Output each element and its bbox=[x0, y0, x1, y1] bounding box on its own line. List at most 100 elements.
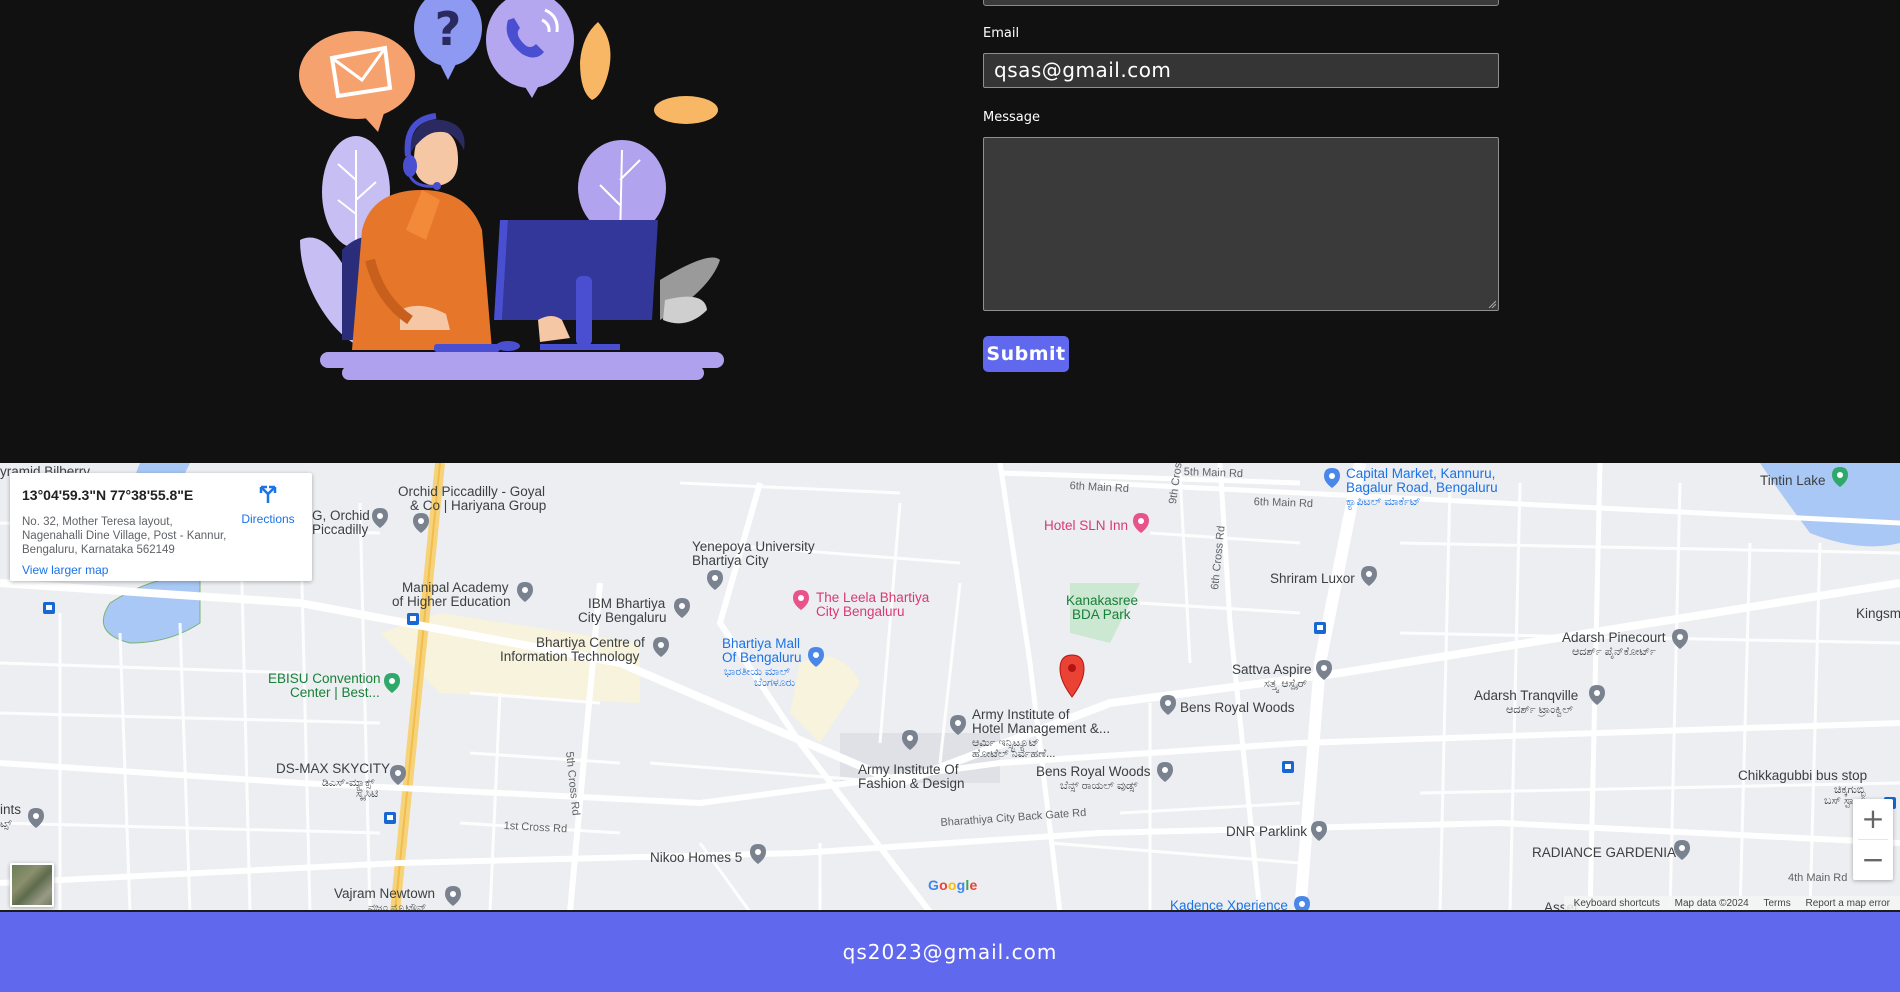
map-label-piccadilly[interactable]: Piccadilly bbox=[312, 523, 368, 537]
map-label-army-fashion-2[interactable]: Fashion & Design bbox=[858, 777, 965, 791]
footer-email[interactable]: qs2023@gmail.com bbox=[0, 912, 1900, 992]
map-label-ibm-2[interactable]: City Bengaluru bbox=[578, 611, 667, 625]
map-label-hotel-sln[interactable]: Hotel SLN Inn bbox=[1044, 519, 1128, 533]
map-label-dsmax[interactable]: DS-MAX SKYCITY bbox=[276, 762, 390, 776]
bus-stop-icon[interactable] bbox=[43, 602, 55, 614]
map-label-adarsh-tranqville[interactable]: Adarsh Tranqville bbox=[1474, 689, 1578, 703]
directions-button[interactable]: Directions bbox=[238, 483, 298, 526]
bus-stop-icon[interactable] bbox=[1314, 622, 1326, 634]
map-label-fifth-main: 5th Main Rd bbox=[1183, 465, 1244, 481]
poi-marker-icon[interactable] bbox=[653, 637, 669, 657]
map-label-kanakasree-2[interactable]: BDA Park bbox=[1072, 608, 1131, 622]
map-label-bens-woods-right[interactable]: Bens Royal Woods bbox=[1180, 701, 1295, 715]
bus-stop-icon[interactable] bbox=[1282, 761, 1294, 773]
bus-stop-icon[interactable] bbox=[407, 613, 419, 625]
school-marker-icon[interactable] bbox=[902, 730, 918, 750]
map-label-bhartiya-centre[interactable]: Bhartiya Centre of bbox=[536, 636, 645, 650]
keyboard-shortcuts-link[interactable]: Keyboard shortcuts bbox=[1574, 898, 1660, 909]
poi-marker-icon[interactable] bbox=[28, 808, 44, 828]
email-field[interactable]: qsas@gmail.com bbox=[983, 53, 1499, 88]
map-label-capital[interactable]: Capital Market, Kannuru, bbox=[1346, 467, 1495, 481]
map-label-vajram[interactable]: Vajram Newtown bbox=[334, 887, 435, 901]
map-label-manipal-2[interactable]: of Higher Education bbox=[392, 595, 511, 609]
map-label-radiance[interactable]: RADIANCE GARDENIA bbox=[1532, 846, 1676, 860]
map-label-sixth-main-2: 6th Main Rd bbox=[1253, 495, 1314, 511]
map-label-nikoo[interactable]: Nikoo Homes 5 bbox=[650, 851, 742, 865]
map-label-adarsh-pinecourt[interactable]: Adarsh Pinecourt bbox=[1562, 631, 1666, 645]
terms-link[interactable]: Terms bbox=[1764, 898, 1791, 909]
satellite-toggle[interactable] bbox=[10, 863, 54, 907]
map-label-chikkagubbi[interactable]: Chikkagubbi bus stop bbox=[1738, 769, 1867, 783]
map-label-army-hotel[interactable]: Army Institute of bbox=[972, 708, 1070, 722]
map-label-adarsh-tranqville-kn[interactable]: ಆದರ್ಶ್ ಟ್ರಾಂಕ್ವಿಲ್ bbox=[1506, 703, 1573, 717]
map-label-ints-kn[interactable]: ಟ್ಸ್ bbox=[0, 817, 12, 831]
view-larger-map-link[interactable]: View larger map bbox=[22, 563, 108, 577]
report-error-link[interactable]: Report a map error bbox=[1806, 898, 1890, 909]
map-label-leela[interactable]: The Leela Bhartiya bbox=[816, 591, 929, 605]
map-label-capital-kn[interactable]: ಕ್ಯಾಪಿಟಲ್ ಮಾರ್ಕೆಟ್ bbox=[1346, 495, 1421, 509]
poi-marker-icon[interactable] bbox=[390, 765, 406, 785]
name-field[interactable] bbox=[983, 0, 1499, 6]
map-label-dnr[interactable]: DNR Parklink bbox=[1226, 825, 1307, 839]
map-label-yenepoya[interactable]: Yenepoya University bbox=[692, 540, 815, 554]
zoom-out-button[interactable]: − bbox=[1853, 840, 1893, 880]
poi-marker-icon[interactable] bbox=[413, 513, 429, 533]
map-label-manipal[interactable]: Manipal Academy bbox=[402, 581, 509, 595]
school-marker-icon[interactable] bbox=[950, 715, 966, 735]
venue-marker-icon[interactable] bbox=[384, 673, 400, 693]
poi-marker-icon[interactable] bbox=[1316, 660, 1332, 680]
map-label-sattva[interactable]: Sattva Aspire bbox=[1232, 663, 1312, 677]
bus-stop-icon[interactable] bbox=[384, 812, 396, 824]
map-label-ints[interactable]: ints bbox=[0, 803, 21, 817]
map-label-tintin[interactable]: Tintin Lake bbox=[1760, 474, 1826, 488]
location-address: No. 32, Mother Teresa layout, Nagenahall… bbox=[22, 516, 227, 556]
hotel-marker-icon[interactable] bbox=[793, 590, 809, 610]
map-label-bhartiya-mall-kn-2[interactable]: ಬೆಂಗಳೂರು bbox=[754, 676, 795, 690]
map-label-bhartiya-centre-2[interactable]: Information Technology bbox=[500, 650, 639, 664]
map-label-bens-woods[interactable]: Bens Royal Woods bbox=[1036, 765, 1151, 779]
poi-marker-icon[interactable] bbox=[1361, 566, 1377, 586]
poi-marker-icon[interactable] bbox=[1589, 685, 1605, 705]
map-label-orchid[interactable]: Orchid Piccadilly - Goyal bbox=[398, 485, 545, 499]
map-label-ebisu[interactable]: EBISU Convention bbox=[268, 672, 381, 686]
google-map[interactable]: yramid Bilberry Orchid Piccadilly - Goya… bbox=[0, 463, 1900, 912]
map-label-kanakasree[interactable]: Kanakasree bbox=[1066, 594, 1138, 608]
map-label-ibm[interactable]: IBM Bhartiya bbox=[588, 597, 665, 611]
poi-marker-icon[interactable] bbox=[750, 844, 766, 864]
poi-marker-icon[interactable] bbox=[1672, 629, 1688, 649]
poi-marker-icon[interactable] bbox=[445, 886, 461, 906]
map-label-orchid-2[interactable]: & Co | Hariyana Group bbox=[410, 499, 546, 513]
map-label-army-hotel-2[interactable]: Hotel Management &... bbox=[972, 722, 1110, 736]
shopping-marker-icon[interactable] bbox=[808, 647, 824, 667]
shopping-marker-icon[interactable] bbox=[1324, 468, 1340, 488]
map-label-dsmax-kn-2[interactable]: ಸ್ಕೈಸಿಟಿ bbox=[356, 787, 378, 801]
poi-marker-icon[interactable] bbox=[1674, 840, 1690, 860]
school-marker-icon[interactable] bbox=[707, 570, 723, 590]
map-label-sattva-kn[interactable]: ಸತ್ತ್ವ ಆಸ್ಪೈರ್ bbox=[1264, 677, 1307, 691]
submit-button[interactable]: Submit bbox=[983, 336, 1069, 372]
poi-marker-icon[interactable] bbox=[372, 508, 388, 528]
map-label-ebisu-2[interactable]: Center | Best... bbox=[290, 686, 380, 700]
message-textarea[interactable] bbox=[983, 137, 1499, 311]
map-label-bens-woods-kn[interactable]: ಬೆನ್ಸ್ ರಾಯಲ್ ವುಡ್ಸ್ bbox=[1060, 779, 1138, 793]
school-marker-icon[interactable] bbox=[517, 582, 533, 602]
map-label-leela-2[interactable]: City Bengaluru bbox=[816, 605, 905, 619]
map-label-adarsh-pinecourt-kn[interactable]: ಆದರ್ಶ್ ಪೈನ್‌ಕೋರ್ಟ್ bbox=[1572, 645, 1656, 659]
poi-marker-icon[interactable] bbox=[674, 598, 690, 618]
map-label-shriram[interactable]: Shriram Luxor bbox=[1270, 572, 1355, 586]
hotel-marker-icon[interactable] bbox=[1133, 513, 1149, 533]
map-label-kingsm[interactable]: Kingsm bbox=[1856, 607, 1900, 621]
map-label-army-hotel-kn-2[interactable]: ಹೋಟೆಲ್ ನಿರ್ವಹಣೆ... bbox=[972, 747, 1055, 761]
poi-marker-icon[interactable] bbox=[1157, 762, 1173, 782]
map-label-bhartiya-mall[interactable]: Bhartiya Mall bbox=[722, 637, 800, 651]
zoom-in-button[interactable]: + bbox=[1853, 799, 1893, 839]
map-label-capital-2[interactable]: Bagalur Road, Bengaluru bbox=[1346, 481, 1498, 495]
map-label-army-fashion[interactable]: Army Institute Of bbox=[858, 763, 959, 777]
map-label-bhartiya-city[interactable]: Bhartiya City bbox=[692, 554, 769, 568]
poi-marker-icon[interactable] bbox=[1160, 695, 1176, 715]
map-label-bhartiya-mall-2[interactable]: Of Bengaluru bbox=[722, 651, 802, 665]
resize-grip-icon[interactable] bbox=[1488, 300, 1496, 308]
poi-marker-icon[interactable] bbox=[1311, 821, 1327, 841]
map-label-g-orchid[interactable]: G, Orchid bbox=[312, 509, 370, 523]
lake-marker-icon[interactable] bbox=[1832, 467, 1848, 487]
